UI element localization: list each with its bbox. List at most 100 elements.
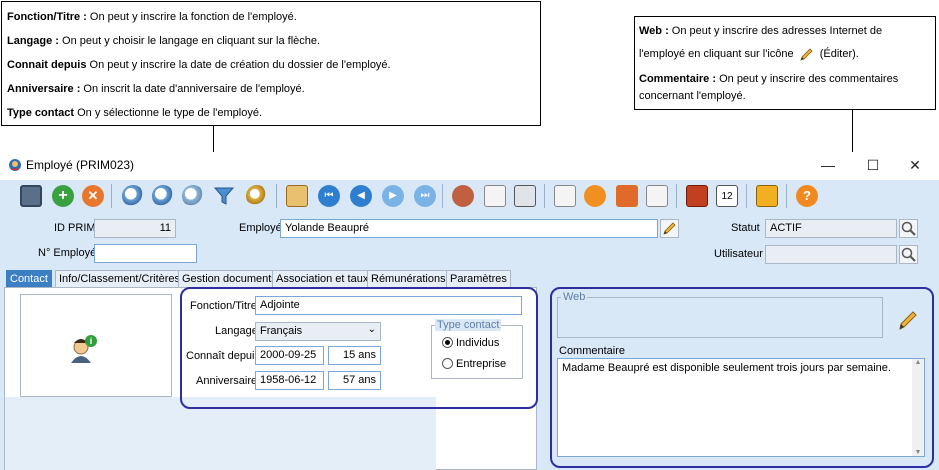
comment-scrollbar[interactable]: ▲ ▼: [912, 359, 924, 456]
phone-icon[interactable]: [514, 185, 536, 207]
entreprise-label: Entreprise: [456, 358, 507, 370]
callout-fonction: Fonction/Titre : On peut y inscrire la f…: [7, 11, 297, 23]
connait-date-field[interactable]: 2000-09-25: [255, 346, 324, 365]
scroll-down-icon[interactable]: ▼: [912, 449, 924, 456]
left-callout: Fonction/Titre : On peut y inscrire la f…: [1, 1, 541, 126]
connait-label: Connaît depuis: [186, 350, 260, 362]
magnifier-icon: [901, 221, 916, 236]
key-search-icon[interactable]: [246, 185, 268, 207]
callout-comment-1: Commentaire : On peut y inscrire des com…: [639, 73, 899, 85]
contact-avatar-icon: i: [67, 333, 99, 365]
save-icon[interactable]: [20, 185, 42, 207]
anniversaire-years-field: 57 ans: [328, 371, 381, 390]
tab-remunerations[interactable]: Rémunérations: [367, 270, 450, 287]
employe-field[interactable]: Yolande Beaupré: [280, 219, 658, 238]
statut-label: Statut: [731, 222, 760, 234]
toolbar-separator: [676, 184, 677, 208]
entreprise-radio[interactable]: [442, 358, 453, 369]
previous-icon[interactable]: ◀: [350, 185, 372, 207]
statut-field[interactable]: ACTIF: [765, 219, 897, 238]
window-titlebar: [0, 152, 939, 180]
tab-parametres[interactable]: Paramètres: [446, 270, 511, 287]
search-edit-icon[interactable]: [152, 185, 174, 207]
add-icon[interactable]: +: [52, 185, 74, 207]
minimize-button[interactable]: —: [813, 152, 843, 178]
tab-info-classement[interactable]: Info/Classement/Critères: [55, 270, 185, 287]
employe-label: Employé: [239, 222, 282, 234]
delete-icon[interactable]: ✕: [82, 185, 104, 207]
utilisateur-search-button[interactable]: [899, 245, 918, 264]
tab-association-taux[interactable]: Association et taux: [272, 270, 373, 287]
utilisateur-field[interactable]: [765, 245, 897, 264]
id-prim-label: ID PRIM: [54, 222, 96, 234]
anniversaire-date-field[interactable]: 1958-06-12: [255, 371, 324, 390]
callout-web-2: l'employé en cliquant sur l'icône (Édite…: [639, 48, 859, 61]
callout-connait: Connait depuis On peut y inscrire la dat…: [7, 59, 391, 71]
last-icon[interactable]: ⏭: [414, 185, 436, 207]
id-prim-field[interactable]: 11: [94, 219, 176, 238]
langage-label: Langage: [215, 325, 258, 337]
close-button[interactable]: ✕: [900, 152, 930, 178]
lock-icon[interactable]: [756, 185, 778, 207]
utilisateur-label: Utilisateur: [714, 248, 763, 260]
scroll-up-icon[interactable]: ▲: [912, 359, 924, 366]
langage-select[interactable]: Français ⌄: [255, 322, 381, 341]
chevron-down-icon: ⌄: [367, 324, 376, 335]
web-edit-button[interactable]: [896, 308, 920, 332]
anniversaire-label: Anniversaire: [196, 375, 258, 387]
download-icon[interactable]: [616, 185, 638, 207]
no-employe-field[interactable]: [94, 244, 197, 263]
maximize-button[interactable]: ☐: [858, 152, 888, 178]
refresh-icon[interactable]: [584, 185, 606, 207]
fonction-label: Fonction/Titre: [190, 300, 257, 312]
type-contact-group: [431, 325, 523, 379]
callout-web-1: Web : On peut y inscrire des adresses In…: [639, 25, 883, 37]
individus-label: Individus: [456, 337, 500, 349]
calendar-icon[interactable]: 12: [716, 185, 738, 207]
employe-edit-button[interactable]: [660, 219, 679, 238]
tab-contact[interactable]: Contact: [6, 270, 52, 287]
toolbar-separator: [746, 184, 747, 208]
web-label: Web: [561, 291, 588, 303]
next-icon[interactable]: ▶: [382, 185, 404, 207]
individus-radio[interactable]: [442, 337, 453, 348]
right-callout: Web : On peut y inscrire des adresses In…: [634, 16, 936, 110]
report-icon[interactable]: [286, 185, 308, 207]
app-icon: [8, 158, 22, 172]
email-icon[interactable]: [484, 185, 506, 207]
contacts-icon[interactable]: [452, 185, 474, 207]
callout-comment-2: concernant l'employé.: [639, 90, 746, 102]
calculator-icon[interactable]: [686, 185, 708, 207]
no-employe-label: N° Employé: [38, 247, 97, 259]
type-contact-label: Type contact: [435, 319, 502, 331]
tab-gestion-documents[interactable]: Gestion documents: [178, 270, 281, 287]
search-clear-icon[interactable]: [182, 185, 204, 207]
pencil-icon: [663, 222, 676, 235]
magnifier-icon: [901, 247, 916, 262]
search-icon[interactable]: [122, 185, 144, 207]
pencil-icon: [899, 311, 917, 330]
commentaire-label: Commentaire: [559, 345, 626, 357]
callout-anniversaire: Anniversaire : On inscrit la date d'anni…: [7, 83, 305, 95]
connait-years-field: 15 ans: [328, 346, 381, 365]
first-icon[interactable]: ⏮: [318, 185, 340, 207]
toolbar-separator: [786, 184, 787, 208]
fonction-field[interactable]: Adjointe: [255, 296, 522, 315]
commentaire-textarea[interactable]: Madame Beaupré est disponible seulement …: [557, 358, 925, 457]
document-icon[interactable]: [646, 185, 668, 207]
langage-value: Français: [260, 325, 303, 337]
callout-type-contact: Type contact On y sélectionne le type de…: [7, 107, 263, 119]
checklist-icon[interactable]: [554, 185, 576, 207]
help-icon[interactable]: ?: [796, 185, 818, 207]
toolbar-separator: [276, 184, 277, 208]
statut-search-button[interactable]: [899, 219, 918, 238]
web-group: [557, 297, 883, 338]
callout-langage: Langage : On peut y choisir le langage e…: [7, 35, 321, 47]
filter-icon[interactable]: [213, 186, 235, 206]
toolbar-separator: [111, 184, 112, 208]
pencil-icon: [797, 48, 817, 61]
commentaire-text: Madame Beaupré est disponible seulement …: [562, 362, 891, 374]
svg-text:i: i: [90, 336, 93, 346]
toolbar-separator: [442, 184, 443, 208]
toolbar-separator: [544, 184, 545, 208]
